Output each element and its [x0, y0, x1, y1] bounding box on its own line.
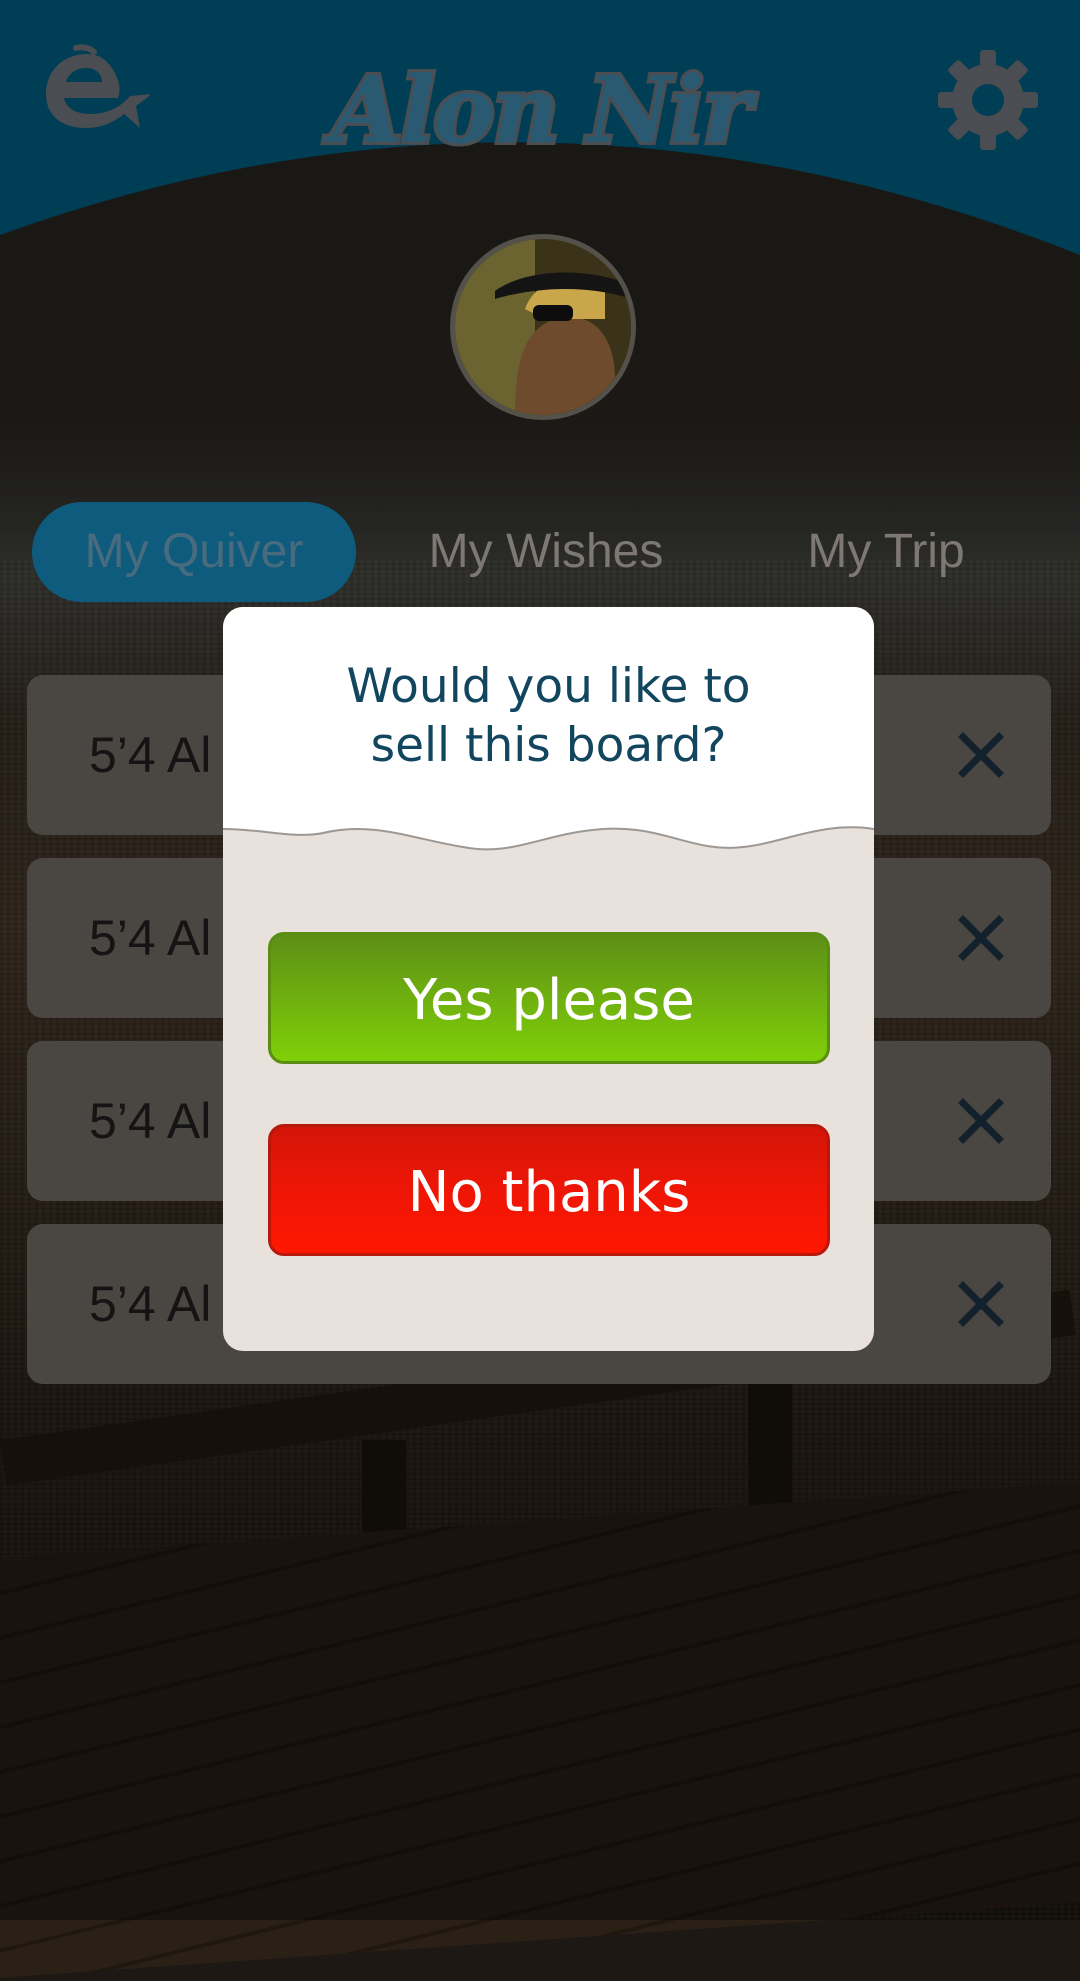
user-avatar	[455, 239, 631, 415]
profile-avatar[interactable]	[450, 234, 636, 420]
sell-board-dialog: Would you like to sell this board? Yes p…	[223, 607, 874, 1351]
tab-my-trip[interactable]: My Trip	[724, 502, 1048, 602]
close-icon[interactable]	[951, 1091, 1011, 1151]
board-name: 5’4 Al	[89, 910, 212, 966]
dialog-question: Would you like to sell this board?	[223, 657, 874, 775]
no-thanks-button[interactable]: No thanks	[268, 1124, 830, 1256]
dialog-question-line: Would you like to	[346, 659, 751, 714]
tab-label: My Wishes	[428, 525, 664, 578]
board-name: 5’4 Al	[89, 727, 212, 783]
board-name: 5’4 Al	[89, 1276, 212, 1332]
gear-icon[interactable]	[938, 50, 1038, 150]
board-name: 5’4 Al	[89, 1093, 212, 1149]
tab-my-wishes[interactable]: My Wishes	[384, 502, 708, 602]
app-title: Alon Nir	[328, 53, 754, 167]
yes-please-button[interactable]: Yes please	[268, 932, 830, 1064]
tab-my-quiver[interactable]: My Quiver	[32, 502, 356, 602]
tab-label: My Quiver	[84, 525, 304, 578]
close-icon[interactable]	[951, 725, 1011, 785]
tab-label: My Trip	[807, 525, 965, 578]
close-icon[interactable]	[951, 908, 1011, 968]
profile-tabs: My Quiver My Wishes My Trip	[32, 502, 1048, 602]
close-icon[interactable]	[951, 1274, 1011, 1334]
dialog-question-line: sell this board?	[370, 718, 727, 773]
